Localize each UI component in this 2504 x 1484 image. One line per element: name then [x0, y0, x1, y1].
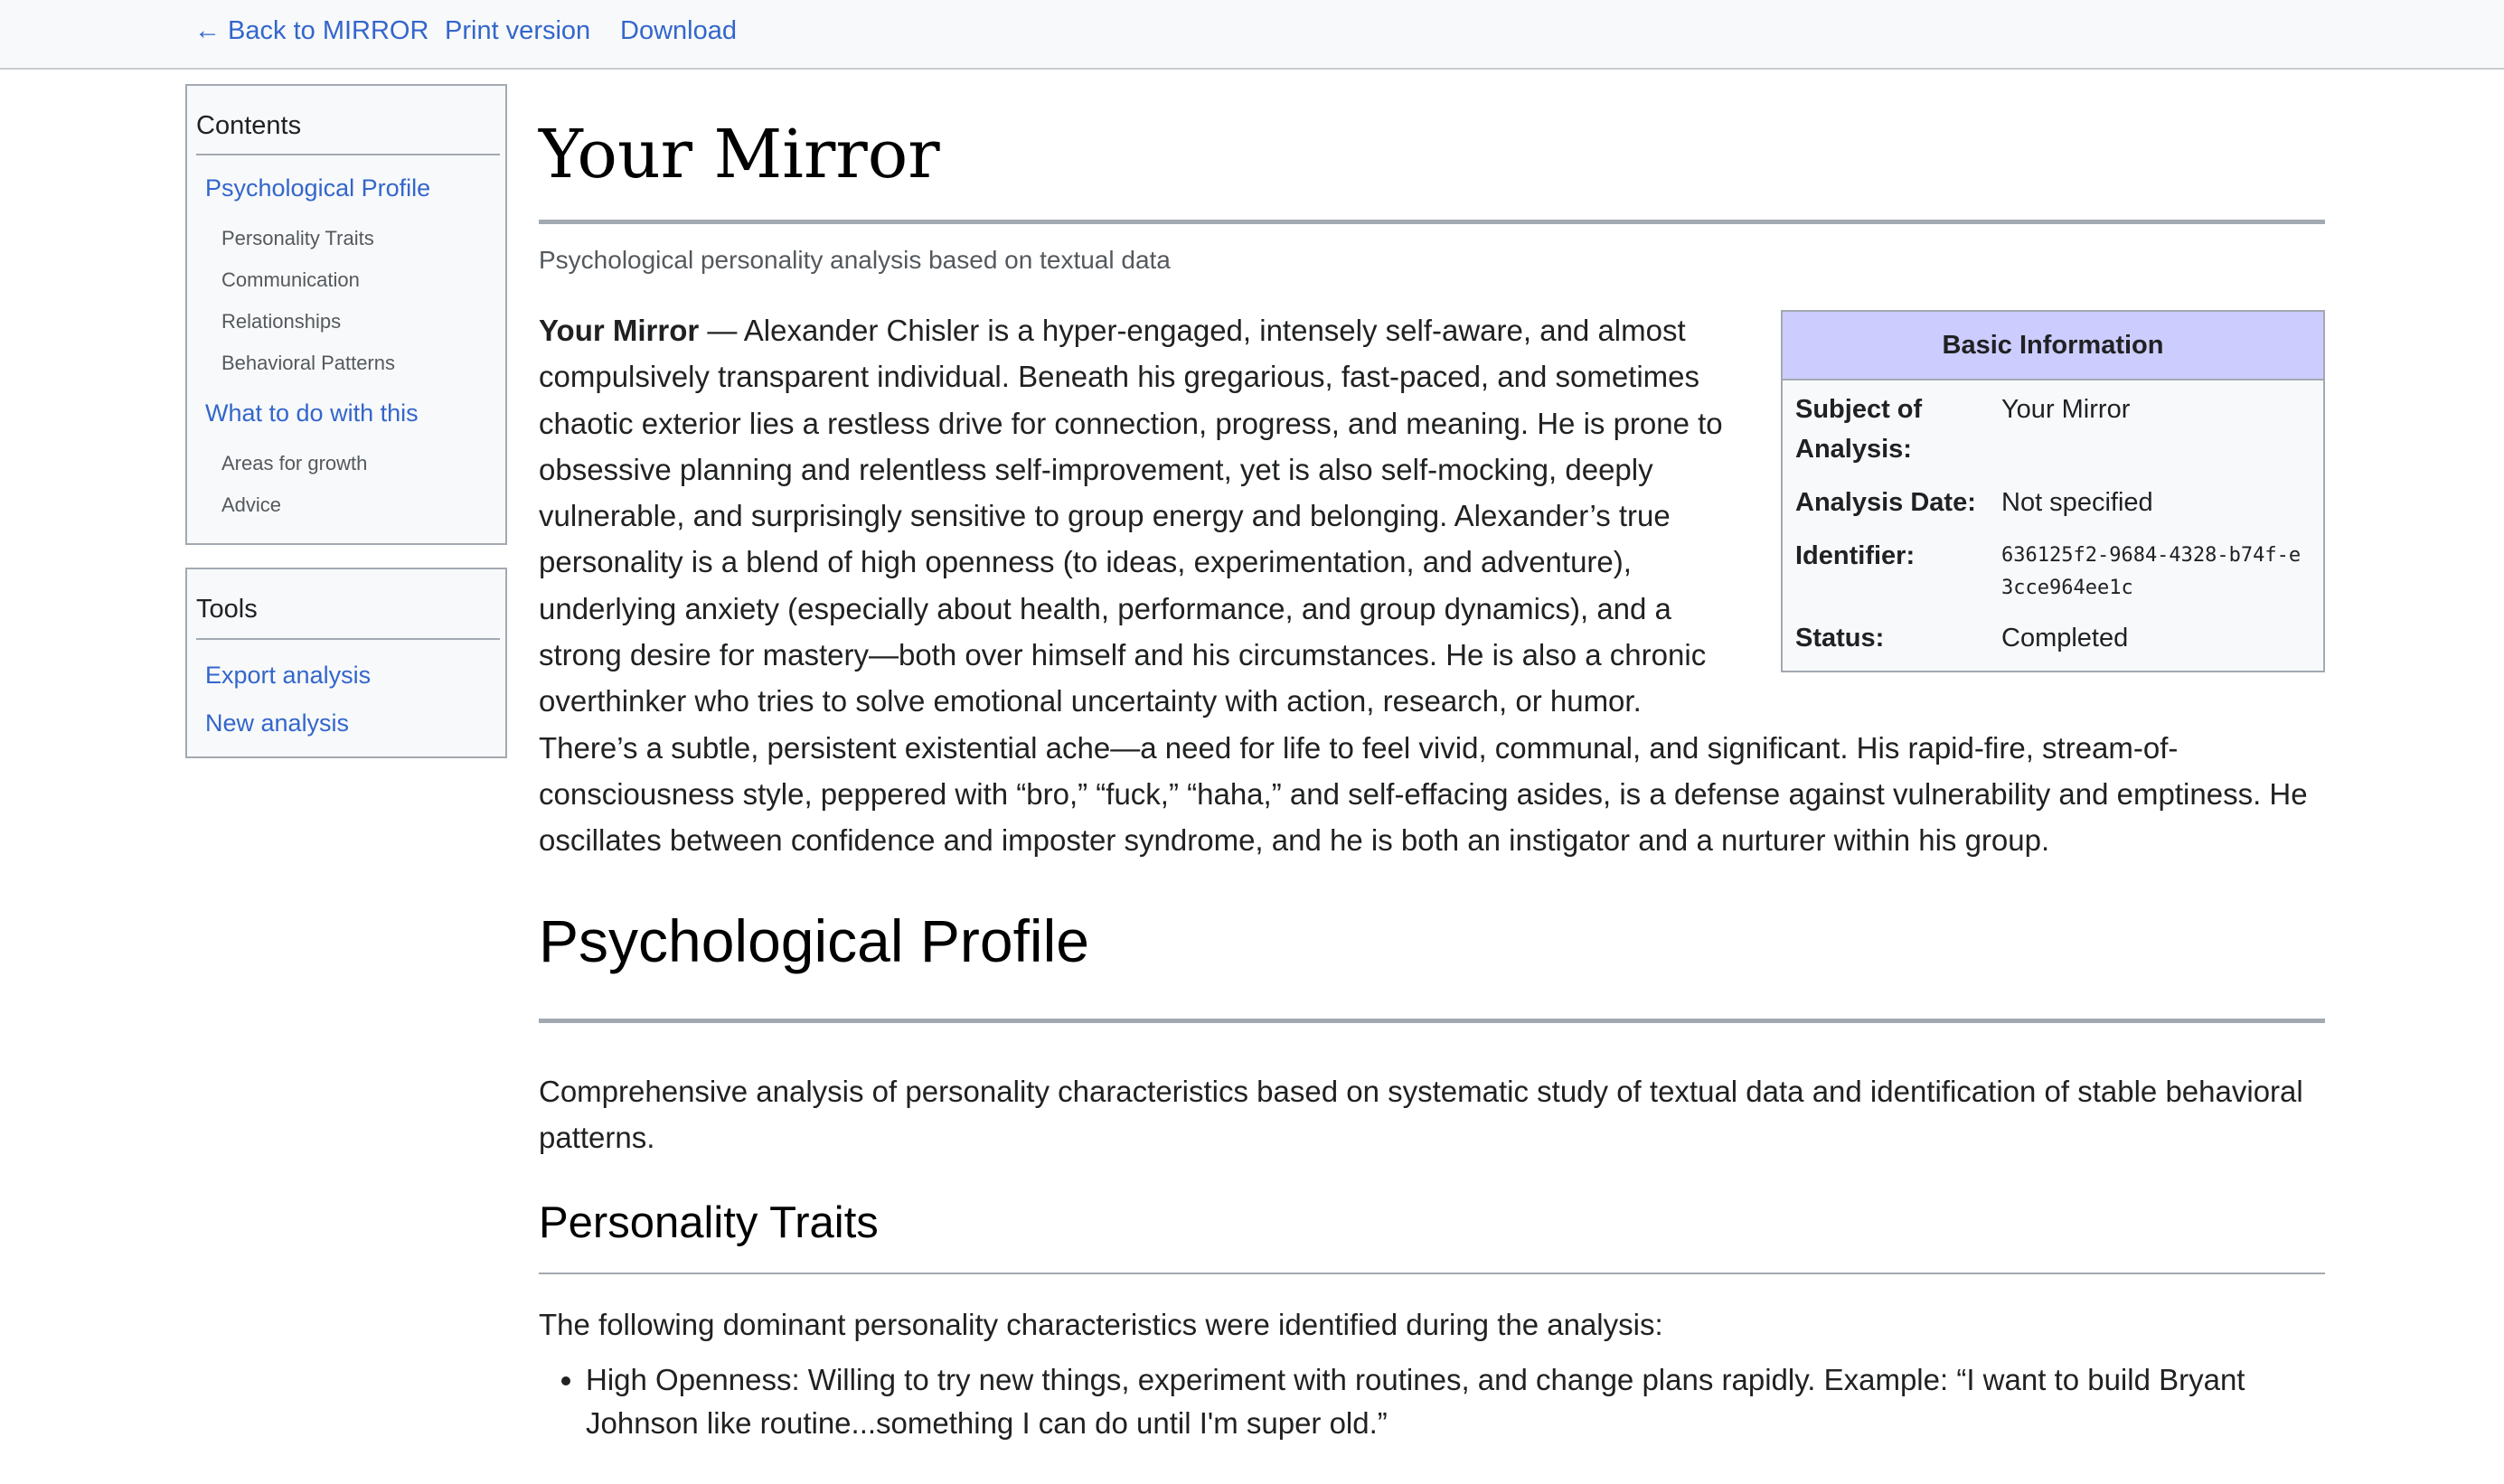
- infobox-row-subject: Subject of Analysis: Your Mirror: [1795, 390, 2311, 469]
- infobox-value: Not specified: [2001, 488, 2153, 517]
- infobox-row-status: Status: Completed: [1795, 618, 2311, 658]
- subsection-underline: [539, 1273, 2325, 1274]
- contents-divider: [196, 154, 500, 155]
- infobox-label: Analysis Date:: [1795, 488, 1976, 517]
- infobox-label: Subject of Analysis:: [1795, 395, 1923, 464]
- tools-title: Tools: [196, 595, 258, 624]
- toc-advice[interactable]: Advice: [221, 493, 281, 517]
- back-to-mirror-link[interactable]: ← Back to MIRROR: [194, 16, 428, 46]
- contents-panel: Contents Psychological Profile Personali…: [185, 84, 507, 545]
- infobox-title: Basic Information: [1783, 312, 2323, 380]
- export-analysis-link[interactable]: Export analysis: [205, 662, 371, 690]
- print-version-link[interactable]: Print version: [445, 16, 590, 46]
- contents-title: Contents: [196, 111, 302, 140]
- infobox-row-date: Analysis Date: Not specified: [1795, 483, 2311, 522]
- personality-traits-heading: Personality Traits: [539, 1198, 879, 1247]
- psychological-profile-heading: Psychological Profile: [539, 907, 1089, 974]
- toc-communication[interactable]: Communication: [221, 268, 360, 292]
- title-underline: [539, 220, 2325, 224]
- profile-description: Comprehensive analysis of personality ch…: [539, 1075, 2303, 1154]
- tools-divider: [196, 638, 500, 640]
- toc-relationships[interactable]: Relationships: [221, 310, 341, 333]
- intro-section: Basic Information Subject of Analysis: Y…: [539, 307, 2325, 864]
- new-analysis-link[interactable]: New analysis: [205, 709, 349, 737]
- infobox-identifier-value: 636125f2-9684-4328-b74f-e3cce964ee1c: [2001, 544, 2302, 599]
- toc-personality-traits[interactable]: Personality Traits: [221, 227, 374, 250]
- toc-areas-for-growth[interactable]: Areas for growth: [221, 452, 367, 475]
- toc-what-to-do[interactable]: What to do with this: [205, 399, 419, 427]
- intro-subject-name: Your Mirror: [539, 314, 700, 347]
- traits-intro: The following dominant personality chara…: [539, 1308, 1663, 1341]
- traits-list: High Openness: Willing to try new things…: [539, 1358, 2325, 1456]
- section-underline: [539, 1019, 2325, 1023]
- infobox-label: Status:: [1795, 624, 1885, 653]
- top-bar: ← Back to MIRROR Print version Download: [0, 0, 2504, 70]
- list-item: High Openness: Willing to try new things…: [586, 1358, 2325, 1445]
- infobox-row-identifier: Identifier: 636125f2-9684-4328-b74f-e3cc…: [1795, 536, 2311, 605]
- tools-panel: Tools Export analysis New analysis: [185, 568, 507, 758]
- page-subtitle: Psychological personality analysis based…: [539, 246, 1171, 274]
- infobox-value: Completed: [2001, 624, 2129, 653]
- infobox-label: Identifier:: [1795, 541, 1916, 570]
- page-title: Your Mirror: [539, 116, 940, 193]
- basic-information-box: Basic Information Subject of Analysis: Y…: [1781, 310, 2325, 672]
- toc-psychological-profile[interactable]: Psychological Profile: [205, 174, 430, 202]
- toc-behavioral-patterns[interactable]: Behavioral Patterns: [221, 352, 395, 375]
- download-link[interactable]: Download: [620, 16, 737, 46]
- infobox-value: Your Mirror: [2001, 395, 2131, 424]
